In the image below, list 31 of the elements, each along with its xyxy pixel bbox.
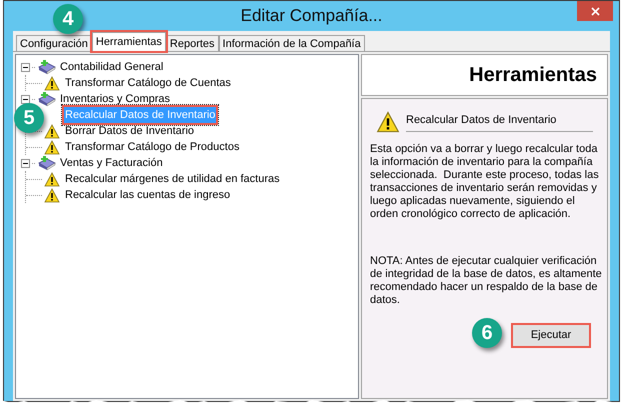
warning-icon: [44, 76, 60, 90]
tab[interactable]: Información de la Compañía: [218, 35, 365, 51]
tree-item[interactable]: Contabilidad General: [59, 58, 164, 76]
close-icon: [590, 6, 600, 16]
tree-item[interactable]: Transformar Catálogo de Cuentas: [62, 72, 234, 94]
warning-icon: [44, 172, 60, 186]
collapse-icon[interactable]: [21, 62, 30, 72]
collapse-icon[interactable]: [21, 158, 30, 168]
tab[interactable]: Configuración: [16, 35, 92, 51]
step-badge: 4: [53, 4, 83, 34]
run-button[interactable]: Ejecutar: [511, 323, 591, 348]
warning-icon: [44, 140, 60, 154]
note-text: NOTA: Antes de ejecutar cualquier verificación de integridad de la base de datos, es altamente recomendado hacer un respaldo de la base de datos.: [370, 255, 602, 307]
tree-item[interactable]: Ventas y Facturación: [59, 154, 164, 172]
collapse-icon[interactable]: [21, 94, 30, 104]
panel-title: Herramientas: [469, 63, 597, 88]
item-title: Recalcular Datos de Inventario: [406, 112, 593, 132]
close-button[interactable]: [577, 1, 613, 21]
tab[interactable]: Reportes: [166, 35, 219, 51]
description-text: Esta opción va a borrar y luego recalcular toda la información de inventario para la compañía seleccionada. Durante este proceso, todas las transacciones de inventario serán removidas y luego aplicadas nuevamente, siguiendo el orden cronológico correcto de aplicación.: [370, 143, 600, 221]
warning-icon: [376, 111, 400, 133]
tree-item[interactable]: Inventarios y Compras: [59, 90, 172, 108]
book-icon: [37, 59, 57, 75]
step-badge: 5: [14, 103, 44, 133]
book-icon: [37, 91, 57, 107]
window-title: Editar Compañía...: [240, 5, 382, 28]
tab[interactable]: Herramientas: [92, 32, 166, 51]
warning-icon: [44, 124, 60, 138]
step-badge: 6: [472, 318, 502, 348]
warning-icon: [44, 188, 60, 202]
book-icon: [37, 155, 57, 171]
